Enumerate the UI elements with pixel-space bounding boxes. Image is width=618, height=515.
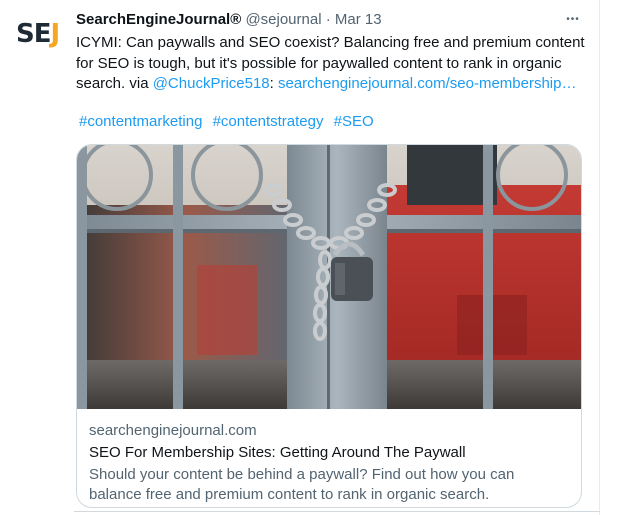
logo-se-text: SE <box>16 19 51 49</box>
card-body: searchenginejournal.com SEO For Membersh… <box>89 421 569 505</box>
hashtag-link[interactable]: #contentmarketing <box>79 113 202 130</box>
card-description: Should your content be behind a paywall?… <box>89 466 515 503</box>
article-url-link[interactable]: searchenginejournal.com/seo-membership… <box>278 75 576 92</box>
separator: · <box>325 11 331 28</box>
logo-j-text: J <box>50 19 61 49</box>
display-name[interactable]: SearchEngineJournal® <box>76 11 241 28</box>
more-dots-icon: ••• <box>566 13 580 25</box>
card-domain: searchenginejournal.com <box>89 422 257 439</box>
hashtags: #contentmarketing #contentstrategy #SEO <box>79 112 589 132</box>
card-title[interactable]: SEO For Membership Sites: Getting Around… <box>89 443 569 463</box>
tweet-header: SearchEngineJournal® @sejournal · Mar 13 <box>76 10 596 30</box>
card-image[interactable] <box>77 145 581 409</box>
mention-suffix: : <box>269 75 278 92</box>
sej-logo: SEJ <box>16 19 61 49</box>
tweet-date[interactable]: Mar 13 <box>335 11 382 28</box>
column-divider <box>599 0 600 515</box>
hashtag-link[interactable]: #SEO <box>334 113 374 130</box>
more-options-button[interactable]: ••• <box>560 6 586 32</box>
tweet[interactable]: SEJ SearchEngineJournal® @sejournal · Ma… <box>0 0 600 515</box>
avatar[interactable]: SEJ <box>16 18 64 50</box>
mention-link[interactable]: @ChuckPrice518 <box>153 75 270 92</box>
handle[interactable]: @sejournal <box>245 11 321 28</box>
tweet-divider <box>74 511 600 512</box>
link-preview-card[interactable]: searchenginejournal.com SEO For Membersh… <box>76 144 582 508</box>
tweet-text: ICYMI: Can paywalls and SEO coexist? Bal… <box>76 33 586 95</box>
hashtag-link[interactable]: #contentstrategy <box>213 113 324 130</box>
